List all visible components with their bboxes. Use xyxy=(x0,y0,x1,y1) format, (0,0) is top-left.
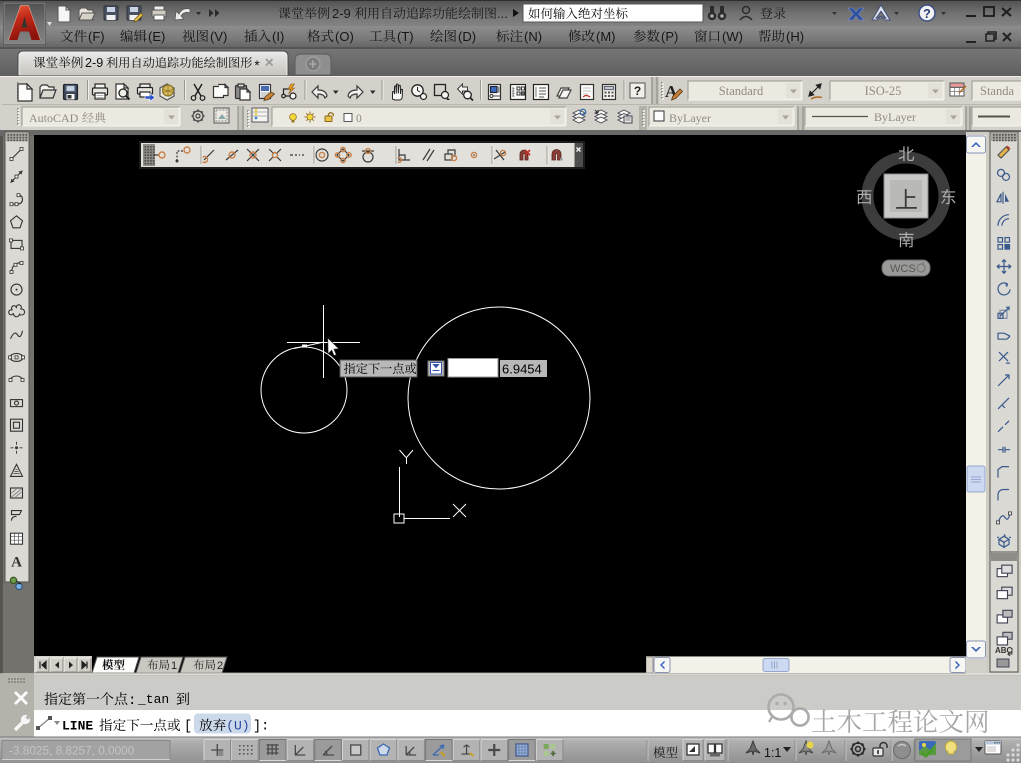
svg-text:A: A xyxy=(11,554,22,570)
svg-text:(E): (E) xyxy=(148,29,165,44)
svg-text:(U): (U) xyxy=(226,719,249,734)
svg-text:(F): (F) xyxy=(88,29,105,44)
svg-text:ByLayer: ByLayer xyxy=(669,111,711,125)
svg-text:2-9: 2-9 xyxy=(85,56,103,70)
svg-text:(I): (I) xyxy=(272,29,284,44)
svg-text:0: 0 xyxy=(356,113,362,125)
svg-text:1:1: 1:1 xyxy=(764,746,781,760)
svg-text:(P): (P) xyxy=(661,29,678,44)
svg-text:2-9: 2-9 xyxy=(332,6,351,21)
svg-text:?: ? xyxy=(634,84,641,98)
svg-text:(M): (M) xyxy=(596,29,616,44)
svg-text:(D): (D) xyxy=(458,29,476,44)
svg-text:WCS: WCS xyxy=(890,263,916,275)
svg-text:Standard: Standard xyxy=(719,84,764,98)
svg-text::: : xyxy=(128,693,136,709)
svg-text:6.9454: 6.9454 xyxy=(502,362,542,377)
svg-text:(H): (H) xyxy=(786,29,804,44)
svg-text:(T): (T) xyxy=(397,29,414,44)
svg-text:...: ... xyxy=(497,6,508,21)
svg-text:1: 1 xyxy=(171,660,177,672)
svg-text:ByLayer: ByLayer xyxy=(874,110,916,124)
svg-text:_tan: _tan xyxy=(137,692,169,707)
svg-text:AutoCAD: AutoCAD xyxy=(29,111,79,125)
svg-text:LINE: LINE xyxy=(62,719,93,734)
svg-text:(N): (N) xyxy=(524,29,542,44)
svg-text:[: [ xyxy=(184,720,192,735)
svg-text:*: * xyxy=(254,58,260,73)
svg-text:ISO-25: ISO-25 xyxy=(865,84,902,98)
svg-text:(W): (W) xyxy=(722,29,743,44)
svg-text:(O): (O) xyxy=(335,29,354,44)
svg-text:2: 2 xyxy=(217,660,223,672)
svg-text:?: ? xyxy=(923,7,931,21)
svg-text:-3.8025, 8.8257, 0.0000: -3.8025, 8.8257, 0.0000 xyxy=(9,744,135,758)
svg-text:(V): (V) xyxy=(210,29,227,44)
svg-text:Standa: Standa xyxy=(980,84,1014,98)
svg-text:]:: ]: xyxy=(253,720,269,735)
